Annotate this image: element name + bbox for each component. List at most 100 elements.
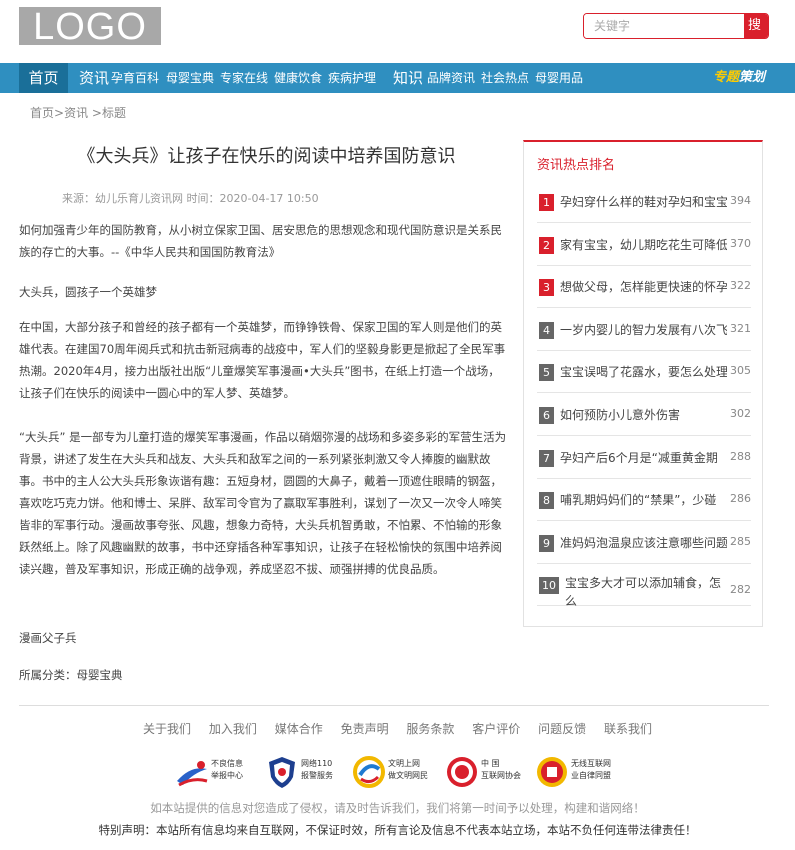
badge-police-110[interactable]: 网络110 报警服务 xyxy=(265,755,350,789)
police-shield-icon xyxy=(269,757,295,788)
rank-item-title[interactable]: 家有宝宝，幼儿期吃花生可降低 xyxy=(560,236,727,253)
rank-item-title[interactable]: 宝宝多大才可以添加辅食，怎么 xyxy=(565,574,725,610)
article-paragraph: 如何加强青少年的国防教育，从小树立保家卫国、居安思危的思想观念和现代国防意识是关… xyxy=(19,223,502,259)
footer-divider xyxy=(19,705,769,706)
nav-item-pinpaizixun[interactable]: 品牌资讯 xyxy=(427,63,475,93)
nav-item-jibinghuli[interactable]: 疾病护理 xyxy=(328,63,376,93)
search-box: 搜 索 xyxy=(583,13,769,39)
badge-text: 网络110 报警服务 xyxy=(301,759,333,780)
breadcrumb-home[interactable]: 首页 xyxy=(30,106,54,120)
special-topic-b: 策划 xyxy=(739,70,766,85)
article-subheading: 漫画父子兵 xyxy=(19,631,77,645)
rank-number-badge: 10 xyxy=(539,577,559,595)
footer-link-contact[interactable]: 联系我们 xyxy=(604,722,652,736)
hot-ranking-item[interactable]: 2 家有宝宝，幼儿期吃花生可降低 370 xyxy=(537,223,751,266)
nav-item-muyingyongpin[interactable]: 母婴用品 xyxy=(535,63,583,93)
rank-item-title[interactable]: 准妈妈泡温泉应该注意哪些问题 xyxy=(560,534,727,551)
footer-link-media[interactable]: 媒体合作 xyxy=(275,722,323,736)
civilized-web-icon xyxy=(353,756,385,788)
hot-ranking-item[interactable]: 4 一岁内婴儿的智力发展有八次飞 321 xyxy=(537,308,751,351)
badge-text: 中 国互联网协会 xyxy=(481,759,521,780)
rank-view-count: 370 xyxy=(730,236,751,250)
rank-view-count: 394 xyxy=(730,194,751,207)
rank-view-count: 321 xyxy=(730,321,751,335)
nav-item-zhuanjiazaixian[interactable]: 专家在线 xyxy=(220,63,268,93)
breadcrumb-separator: > xyxy=(54,106,65,120)
article-category[interactable]: 所属分类：母婴宝典 xyxy=(19,664,507,686)
rank-item-title[interactable]: 哺乳期妈妈们的“禁果”，少碰 xyxy=(560,491,727,508)
rank-number-badge: 3 xyxy=(539,279,554,297)
nav-section-news[interactable]: 资讯 xyxy=(79,63,109,93)
main-nav: 首页 资讯 孕育百科 母婴宝典 专家在线 健康饮食 疾病护理 知识 品牌资讯 社… xyxy=(0,63,795,93)
article-subheading: 大头兵，圆孩子一个英雄梦 xyxy=(19,285,157,299)
badge-civilized-web[interactable]: 文明上网 做文明网民 xyxy=(352,755,442,789)
rank-item-title[interactable]: 想做父母，怎样能更快速的怀孕 xyxy=(560,278,727,295)
badge-wireless-alliance[interactable]: 无线互联网 业自律同盟 xyxy=(535,755,625,789)
footer-link-feedback[interactable]: 问题反馈 xyxy=(538,722,586,736)
hot-ranking-item[interactable]: 5 宝宝误喝了花露水，要怎么处理 305 xyxy=(537,350,751,394)
special-topic-link[interactable]: 专题策划 xyxy=(709,68,769,88)
hot-ranking-item[interactable]: 6 如何预防小儿意外伤害 302 xyxy=(537,393,751,436)
hot-ranking-item[interactable]: 9 准妈妈泡温泉应该注意哪些问题 285 xyxy=(537,521,751,564)
hot-ranking-item[interactable]: 3 想做父母，怎样能更快速的怀孕 322 xyxy=(537,265,751,309)
search-input[interactable] xyxy=(584,14,744,38)
hot-ranking-item[interactable]: 8 哺乳期妈妈们的“禁果”，少碰 286 xyxy=(537,478,751,522)
rank-item-title[interactable]: 一岁内婴儿的智力发展有八次飞 xyxy=(560,321,727,338)
nav-item-muyingbaodian[interactable]: 母婴宝典 xyxy=(166,63,214,93)
footer-link-join[interactable]: 加入我们 xyxy=(209,722,257,736)
rank-number-badge: 2 xyxy=(539,236,554,254)
breadcrumb-separator: > xyxy=(88,106,102,120)
rank-item-title[interactable]: 宝宝误喝了花露水，要怎么处理 xyxy=(560,363,727,380)
badge-internet-society[interactable]: 中 国互联网协会 xyxy=(445,755,535,789)
rank-view-count: 282 xyxy=(730,583,751,597)
footer-link-terms[interactable]: 服务条款 xyxy=(406,722,454,736)
badge-text: 无线互联网 业自律同盟 xyxy=(571,759,611,780)
footer-links: 关于我们 加入我们 媒体合作 免责声明 服务条款 客户评价 问题反馈 联系我们 xyxy=(0,720,795,737)
search-button[interactable]: 搜 索 xyxy=(744,14,768,38)
report-center-icon xyxy=(177,761,208,787)
footer-notice: 如本站提供的信息对您造成了侵权，请及时告诉我们，我们将第一时间予以处理，构建和谐… xyxy=(150,801,645,815)
site-logo[interactable]: LOGO xyxy=(19,7,161,47)
rank-number-badge: 9 xyxy=(539,534,554,552)
hot-ranking-item[interactable]: 10 宝宝多大才可以添加辅食，怎么 282 xyxy=(537,563,751,608)
rank-number-badge: 4 xyxy=(539,321,554,339)
breadcrumb-title: 标题 xyxy=(101,106,126,120)
rank-number-badge: 5 xyxy=(539,364,554,382)
badge-report-center[interactable]: 不良信息 举报中心 xyxy=(175,755,260,789)
rank-item-title[interactable]: 孕妇穿什么样的鞋对孕妇和宝宝 xyxy=(560,193,727,210)
rank-view-count: 305 xyxy=(730,364,751,378)
wireless-alliance-seal-icon xyxy=(537,757,567,787)
hot-ranking-panel: 资讯热点排名 1 孕妇穿什么样的鞋对孕妇和宝宝 394 2 家有宝宝，幼儿期吃花生可降低… xyxy=(523,140,763,627)
internet-society-seal-icon xyxy=(447,757,477,787)
rank-number-badge: 8 xyxy=(539,492,554,510)
breadcrumb: 首页>资讯 >标题 xyxy=(30,104,126,121)
badge-text: 文明上网 做文明网民 xyxy=(388,759,428,780)
special-topic-a: 专题 xyxy=(712,70,739,85)
footer-link-about[interactable]: 关于我们 xyxy=(143,722,191,736)
rank-item-title[interactable]: 如何预防小儿意外伤害 xyxy=(560,406,727,423)
rank-number-badge: 1 xyxy=(539,194,554,211)
nav-item-jiankangyinshi[interactable]: 健康饮食 xyxy=(274,63,322,93)
rank-view-count: 302 xyxy=(730,407,751,420)
nav-item-yunyubaike[interactable]: 孕育百科 xyxy=(111,63,159,93)
nav-item-shehuiredian[interactable]: 社会热点 xyxy=(481,63,529,93)
nav-section-knowledge[interactable]: 知识 xyxy=(393,63,423,93)
rank-view-count: 288 xyxy=(730,449,751,463)
nav-home[interactable]: 首页 xyxy=(19,63,68,93)
article-paragraph: “大头兵” 是一部专为儿童打造的爆笑军事漫画，作品以硝烟弥漫的战场和多姿多彩的军… xyxy=(19,430,507,576)
article-meta: 来源：幼儿乐育儿资讯网 时间：2020-04-17 10:50 xyxy=(62,192,319,205)
rank-number-badge: 6 xyxy=(539,407,554,424)
rank-view-count: 286 xyxy=(730,492,751,506)
footer-link-disclaimer[interactable]: 免责声明 xyxy=(341,722,389,736)
trust-badges: 不良信息 举报中心 网络110 报警服务 文明上网 做文明网民 中 国互联网协会 无线… xyxy=(175,755,625,791)
hot-ranking-item[interactable]: 7 孕妇产后6个月是“减重黄金期 288 xyxy=(537,436,751,479)
rank-view-count: 322 xyxy=(730,279,751,293)
rank-item-title[interactable]: 孕妇产后6个月是“减重黄金期 xyxy=(560,449,727,466)
footer-link-reviews[interactable]: 客户评价 xyxy=(472,722,520,736)
hot-ranking-item[interactable]: 1 孕妇穿什么样的鞋对孕妇和宝宝 394 xyxy=(537,180,751,223)
rank-number-badge: 7 xyxy=(539,449,554,467)
hot-ranking-title: 资讯热点排名 xyxy=(537,158,616,173)
footer-legal-statement: 特别声明：本站所有信息均来自互联网，不保证时效，所有言论及信息不代表本站立场，本… xyxy=(98,823,697,837)
breadcrumb-news[interactable]: 资讯 xyxy=(64,106,88,120)
article-title: 《大头兵》让孩子在快乐的阅读中培养国防意识 xyxy=(77,146,456,167)
